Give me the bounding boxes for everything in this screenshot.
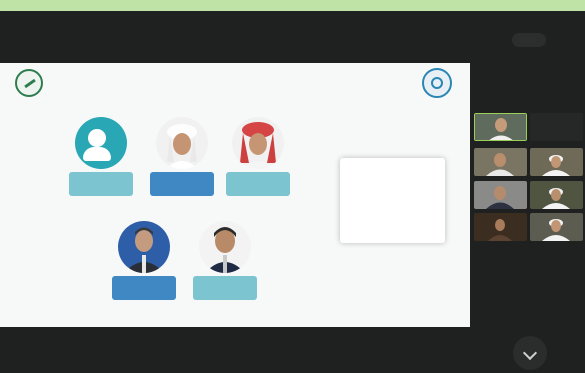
speaker-photo	[156, 117, 208, 169]
shared-screen-slide	[0, 63, 470, 327]
speaker-label	[69, 172, 133, 178]
speaker-label	[112, 276, 176, 282]
participant-tile[interactable]	[474, 181, 527, 209]
chevron-down-icon	[522, 345, 538, 361]
organization-logo-right	[422, 68, 452, 98]
participant-tile[interactable]	[474, 148, 527, 176]
speaker-name-tag	[69, 172, 133, 196]
participant-tile[interactable]	[474, 113, 527, 141]
speaker-card	[112, 221, 176, 301]
speaker-card	[150, 117, 214, 197]
person-icon-body	[83, 147, 111, 161]
expand-button[interactable]	[513, 336, 547, 370]
speaker-label	[150, 172, 214, 178]
organization-logo-left	[15, 69, 43, 97]
participant-tile[interactable]	[530, 113, 583, 141]
top-banner	[0, 0, 585, 11]
speaker-name-tag	[193, 276, 257, 300]
participant-tile[interactable]	[530, 213, 583, 241]
speaker-card	[69, 117, 133, 197]
participant-gallery	[474, 113, 585, 268]
speaker-photo	[118, 221, 170, 273]
speaker-label	[226, 172, 290, 178]
speaker-photo	[232, 117, 284, 169]
session-info-card	[340, 158, 445, 243]
speaker-photo	[199, 221, 251, 273]
speaker-name-tag	[112, 276, 176, 300]
speaker-name-tag	[226, 172, 290, 196]
participant-tile[interactable]	[474, 213, 527, 241]
speaker-name-tag	[150, 172, 214, 196]
speaker-card	[226, 117, 290, 197]
speaker-label	[193, 276, 257, 282]
info-line-3	[340, 172, 445, 178]
avatar-placeholder	[75, 117, 127, 169]
top-control-button[interactable]	[512, 33, 546, 47]
participant-tile[interactable]	[530, 148, 583, 176]
participant-tile[interactable]	[530, 181, 583, 209]
info-line-1	[340, 158, 445, 172]
person-icon	[88, 129, 106, 147]
speaker-card	[193, 221, 257, 301]
